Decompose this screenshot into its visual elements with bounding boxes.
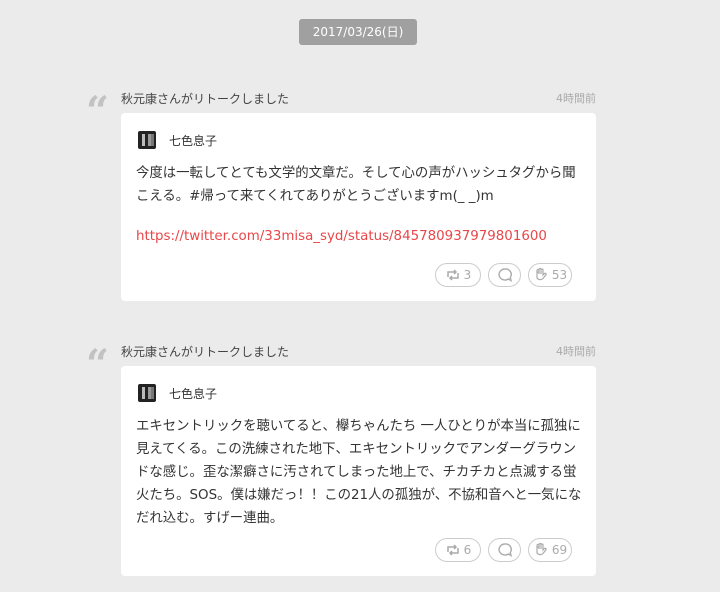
retalk-notice: 秋元康さんがリトークしました xyxy=(121,92,290,106)
post-text: エキセントリックを聴いてると、欅ちゃんたち 一人ひとりが本当に孤独に見えてくる。… xyxy=(136,415,584,530)
like-count: 69 xyxy=(551,543,568,557)
comment-button[interactable] xyxy=(488,538,521,562)
author-name[interactable]: 七色息子 xyxy=(169,385,217,402)
retalk-button[interactable]: 3 xyxy=(435,263,481,287)
retalk-icon xyxy=(446,544,459,556)
retalk-count: 3 xyxy=(463,268,472,282)
author-name[interactable]: 七色息子 xyxy=(169,132,217,149)
comment-button[interactable] xyxy=(488,263,521,287)
retalk-count: 6 xyxy=(463,543,472,557)
retalk-notice: 秋元康さんがリトークしました xyxy=(121,345,290,359)
post-card: 七色息子 今度は一転してとても文学的文章だ。そして心の声がハッシュタグから聞こえ… xyxy=(121,113,596,301)
post-time[interactable]: 4時間前 xyxy=(556,90,596,106)
author[interactable]: 七色息子 xyxy=(138,130,217,150)
like-button[interactable]: 69 xyxy=(528,538,572,562)
post-text: 今度は一転してとても文学的文章だ。そして心の声がハッシュタグから聞こえる。#帰っ… xyxy=(136,162,584,248)
date-label: 2017/03/26(日) xyxy=(299,19,417,45)
post-actions: 6 69 xyxy=(435,538,572,562)
retalk-icon xyxy=(446,269,459,281)
author[interactable]: 七色息子 xyxy=(138,383,217,403)
like-button[interactable]: 53 xyxy=(528,263,572,287)
post-time[interactable]: 4時間前 xyxy=(556,343,596,359)
post-link[interactable]: https://twitter.com/33misa_syd/status/84… xyxy=(136,225,584,248)
quote-icon: “ xyxy=(86,341,110,388)
post-card: 七色息子 エキセントリックを聴いてると、欅ちゃんたち 一人ひとりが本当に孤独に見… xyxy=(121,366,596,576)
like-count: 53 xyxy=(551,268,568,282)
retalk-button[interactable]: 6 xyxy=(435,538,481,562)
clap-hand-icon xyxy=(536,542,547,556)
post-body: 今度は一転してとても文学的文章だ。そして心の声がハッシュタグから聞こえる。#帰っ… xyxy=(136,166,576,204)
post-body: エキセントリックを聴いてると、欅ちゃんたち 一人ひとりが本当に孤独に見えてくる。… xyxy=(136,419,582,526)
avatar[interactable] xyxy=(138,384,156,402)
clap-hand-icon xyxy=(536,267,547,281)
comment-icon xyxy=(497,543,512,557)
comment-icon xyxy=(497,268,512,282)
post-actions: 3 53 xyxy=(435,263,572,287)
avatar[interactable] xyxy=(138,131,156,149)
quote-icon: “ xyxy=(86,88,110,135)
